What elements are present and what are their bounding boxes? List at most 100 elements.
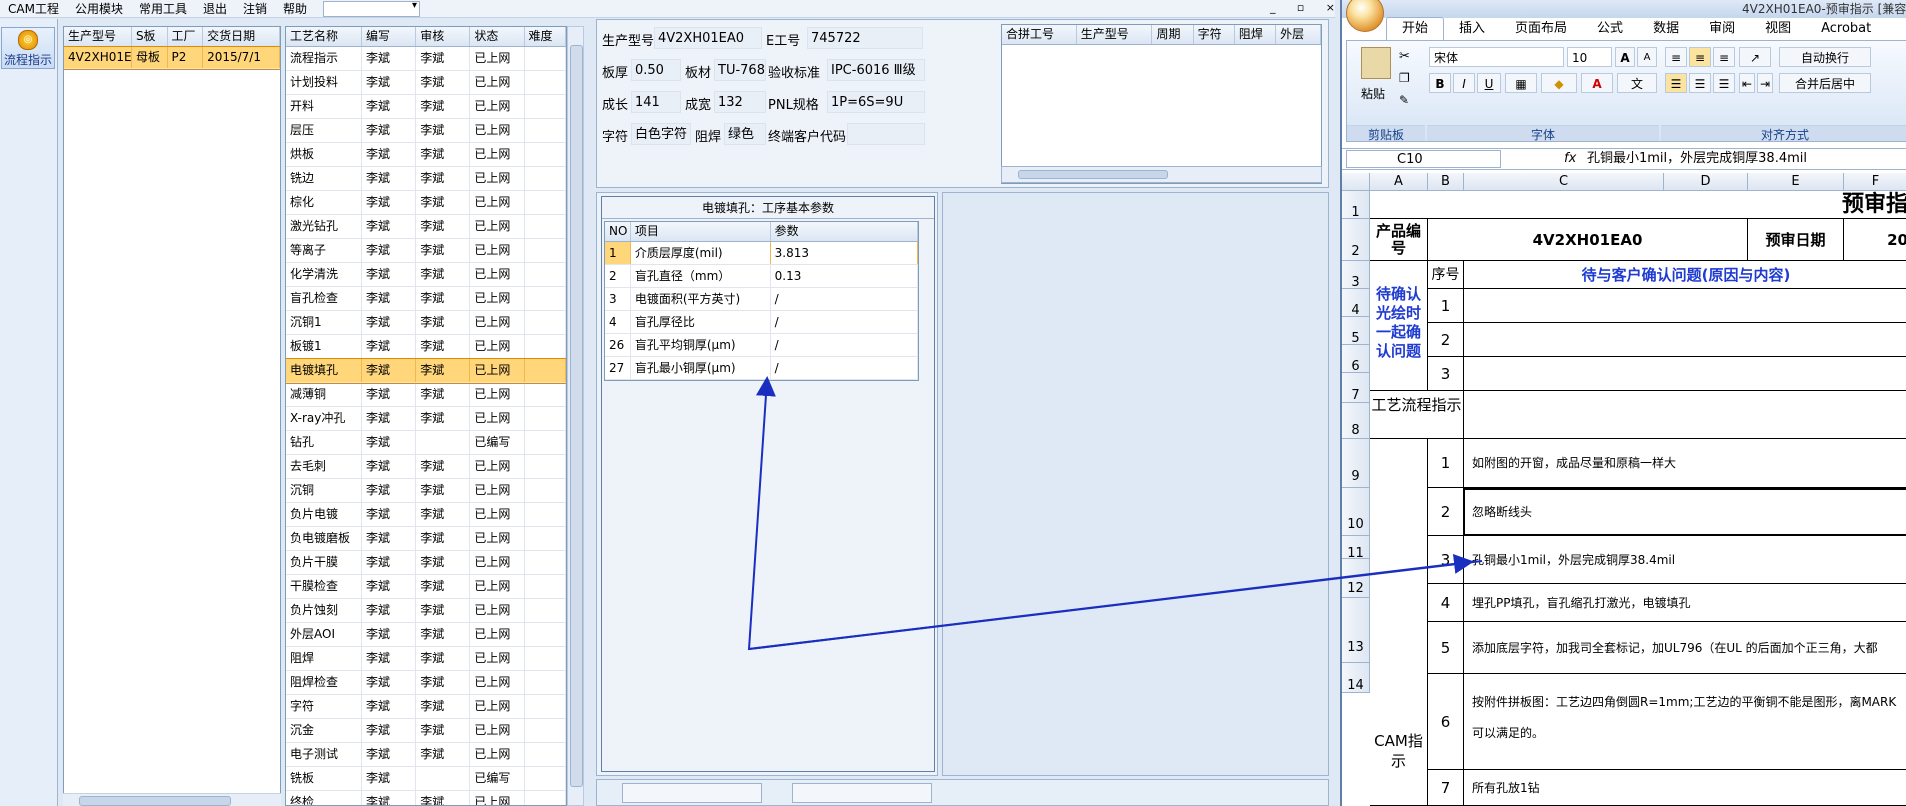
cam-text-cell[interactable]: 按附件拼板图：工艺边四角倒圆R=1mm;工艺边的平衡铜不能是图形，离MARK xyxy=(1464,674,1906,770)
combine-table-hscroll[interactable] xyxy=(1001,166,1322,183)
col-s-board[interactable]: S板 xyxy=(132,27,168,46)
process-row[interactable]: 沉金 李斌 李斌 已上网 xyxy=(286,719,566,743)
process-row[interactable]: 等离子 李斌 李斌 已上网 xyxy=(286,239,566,263)
pending-seq-cell[interactable]: 2 xyxy=(1428,323,1464,357)
process-row[interactable]: 沉铜1 李斌 李斌 已上网 xyxy=(286,311,566,335)
col-header-a[interactable]: A xyxy=(1370,173,1428,191)
process-row[interactable]: 阻焊 李斌 李斌 已上网 xyxy=(286,647,566,671)
pending-question-cell[interactable] xyxy=(1464,323,1906,357)
row-header[interactable]: 3 xyxy=(1342,261,1370,290)
col-mask[interactable]: 阻焊 xyxy=(1235,25,1277,44)
grow-font-icon[interactable]: A xyxy=(1615,47,1635,67)
col-delivery[interactable]: 交货日期 xyxy=(203,27,280,46)
cam-seq-cell[interactable]: 4 xyxy=(1428,584,1464,622)
cam-text-cell[interactable]: 添加底层字符，加我司全套标记，加UL796（在UL 的后面加个正三角，大都 xyxy=(1464,622,1906,674)
cam-text-cell[interactable]: 所有孔放1钻 xyxy=(1464,770,1906,806)
cam-seq-cell[interactable]: 1 xyxy=(1428,439,1464,488)
product-no-label[interactable]: 产品编号 xyxy=(1370,219,1428,261)
process-row[interactable]: 层压 李斌 李斌 已上网 xyxy=(286,119,566,143)
copy-icon[interactable]: ❐ xyxy=(1399,71,1410,85)
col-writer[interactable]: 编写 xyxy=(362,27,417,46)
ribbon-tab[interactable]: Acrobat xyxy=(1806,18,1886,40)
bottom-field-1[interactable] xyxy=(622,783,762,803)
thickness-value[interactable]: 0.50 xyxy=(631,59,681,81)
length-value[interactable]: 141 xyxy=(631,91,681,113)
process-row[interactable]: X-ray冲孔 李斌 李斌 已上网 xyxy=(286,407,566,431)
flow-indicator-button[interactable]: ◎ 流程指示 xyxy=(1,27,55,69)
process-row[interactable]: 化学清洗 李斌 李斌 已上网 xyxy=(286,263,566,287)
review-date-value[interactable]: 20 xyxy=(1844,219,1906,261)
restore-icon[interactable]: ▫ xyxy=(1297,1,1304,17)
align-middle-icon[interactable]: ≡ xyxy=(1689,47,1711,67)
width-value[interactable]: 132 xyxy=(714,91,766,113)
process-row[interactable]: 棕化 李斌 李斌 已上网 xyxy=(286,191,566,215)
minimize-icon[interactable]: _ xyxy=(1270,1,1276,17)
office-button-icon[interactable] xyxy=(1346,0,1384,32)
scroll-thumb[interactable] xyxy=(79,796,231,806)
cam-text-cell[interactable]: 如附图的开窗，成品尽量和原稿一样大 xyxy=(1464,439,1906,488)
menu-help[interactable]: 帮助 xyxy=(275,0,315,17)
process-list-vscroll[interactable] xyxy=(567,26,584,806)
process-row[interactable]: 沉铜 李斌 李斌 已上网 xyxy=(286,479,566,503)
active-cell-c10[interactable] xyxy=(1463,488,1906,536)
cam-indicator-cell[interactable]: CAM指示 xyxy=(1370,439,1428,806)
scroll-thumb[interactable] xyxy=(570,45,583,787)
col-combine-model[interactable]: 生产型号 xyxy=(1077,25,1153,44)
product-no-value[interactable]: 4V2XH01EA0 xyxy=(1428,219,1748,261)
process-row[interactable]: 负片干膜 李斌 李斌 已上网 xyxy=(286,551,566,575)
process-row[interactable]: 干膜检查 李斌 李斌 已上网 xyxy=(286,575,566,599)
ribbon-tab[interactable]: 视图 xyxy=(1750,18,1806,40)
col-header-d[interactable]: D xyxy=(1664,173,1748,191)
row-header[interactable]: 2 xyxy=(1342,219,1370,261)
col-header-f[interactable]: F xyxy=(1844,173,1906,191)
process-row[interactable]: 铣板 李斌 已编写 xyxy=(286,767,566,791)
row-header[interactable]: 9 xyxy=(1342,439,1370,488)
bold-icon[interactable]: B xyxy=(1429,73,1451,93)
col-factory[interactable]: 工厂 xyxy=(168,27,204,46)
row-header[interactable]: 4 xyxy=(1342,289,1370,318)
col-outer[interactable]: 外层 xyxy=(1276,25,1321,44)
process-row[interactable]: 电子测试 李斌 李斌 已上网 xyxy=(286,743,566,767)
orientation-icon[interactable]: ↗ xyxy=(1739,47,1771,67)
align-top-icon[interactable]: ≡ xyxy=(1665,47,1687,67)
col-header-e[interactable]: E xyxy=(1748,173,1844,191)
pnl-value[interactable]: 1P=6S=9U xyxy=(827,91,925,113)
pending-question-cell[interactable] xyxy=(1464,357,1906,391)
col-header-b[interactable]: B xyxy=(1428,173,1464,191)
font-name-select[interactable]: 宋体 xyxy=(1429,47,1564,67)
menu-logout[interactable]: 注销 xyxy=(235,0,275,17)
model-value[interactable]: 4V2XH01EA0 xyxy=(654,27,762,49)
menu-tools[interactable]: 常用工具 xyxy=(131,0,195,17)
flow-content-cell[interactable] xyxy=(1464,391,1906,439)
param-row[interactable]: 27 盲孔最小铜厚(μm) / xyxy=(605,357,918,380)
merge-center-button[interactable]: 合并后居中 xyxy=(1779,73,1871,93)
col-param[interactable]: 参数 xyxy=(771,222,918,241)
process-row[interactable]: 负片蚀刻 李斌 李斌 已上网 xyxy=(286,599,566,623)
col-model[interactable]: 生产型号 xyxy=(64,27,132,46)
phonetic-icon[interactable]: 文 xyxy=(1617,73,1657,93)
ribbon-tab[interactable]: 公式 xyxy=(1582,18,1638,40)
col-header-c[interactable]: C xyxy=(1464,173,1664,191)
param-row[interactable]: 4 盲孔厚径比 / xyxy=(605,311,918,334)
process-row[interactable]: 负电镀磨板 李斌 李斌 已上网 xyxy=(286,527,566,551)
col-character[interactable]: 字符 xyxy=(1194,25,1235,44)
align-bottom-icon[interactable]: ≡ xyxy=(1713,47,1735,67)
process-row[interactable]: 盲孔检查 李斌 李斌 已上网 xyxy=(286,287,566,311)
product-table-hscroll[interactable] xyxy=(63,793,281,806)
fill-color-icon[interactable]: ◆ xyxy=(1541,73,1577,93)
align-left-icon[interactable]: ☰ xyxy=(1665,73,1687,93)
e-number-value[interactable]: 745722 xyxy=(807,27,923,49)
row-header[interactable]: 8 xyxy=(1342,403,1370,439)
param-row[interactable]: 26 盲孔平均铜厚(μm) / xyxy=(605,334,918,357)
ribbon-tab[interactable]: 插入 xyxy=(1444,18,1500,40)
fx-icon[interactable]: fx xyxy=(1564,149,1576,169)
cam-text-cell[interactable]: 孔铜最小1mil，外层完成铜厚38.4mil xyxy=(1464,536,1906,584)
row-header[interactable]: 1 xyxy=(1342,191,1370,220)
row-header[interactable]: 12 xyxy=(1342,559,1370,598)
process-row[interactable]: 钻孔 李斌 已编写 xyxy=(286,431,566,455)
process-row[interactable]: 阻焊检查 李斌 李斌 已上网 xyxy=(286,671,566,695)
font-size-select[interactable]: 10 xyxy=(1567,47,1612,67)
wrap-text-button[interactable]: 自动换行 xyxy=(1779,47,1871,67)
row-header[interactable]: 13 xyxy=(1342,598,1370,663)
close-icon[interactable]: × xyxy=(1326,1,1335,17)
